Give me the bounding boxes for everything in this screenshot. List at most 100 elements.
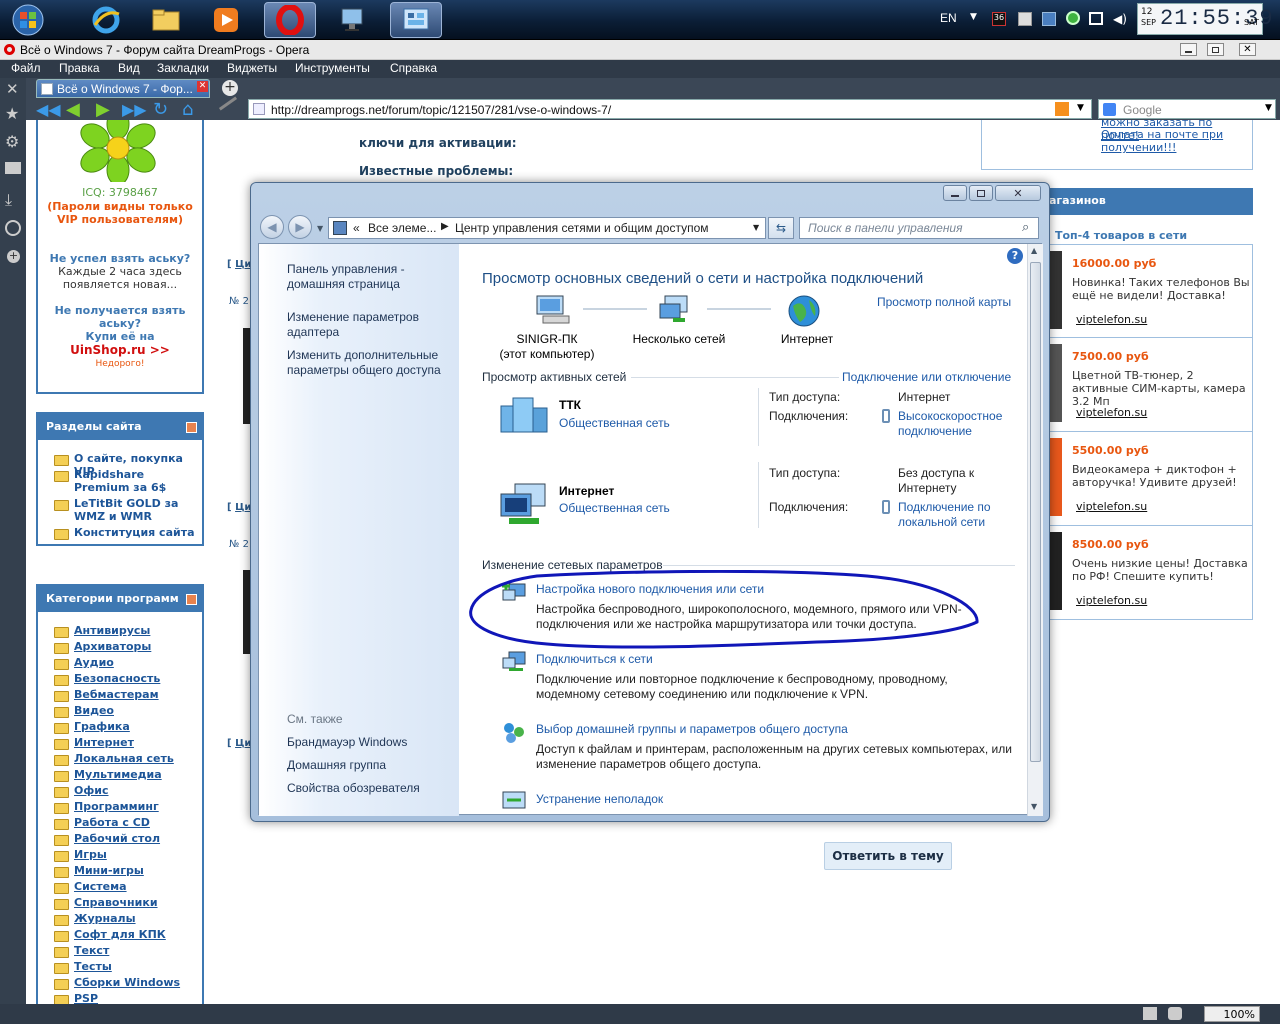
dialog-scrollbar[interactable]: ▲ ▼ <box>1027 244 1043 816</box>
full-map-link[interactable]: Просмотр полной карты <box>877 295 1011 309</box>
category-link[interactable]: Программинг <box>74 800 159 813</box>
see-also-homegroup[interactable]: Домашняя группа <box>287 758 386 773</box>
category-item[interactable]: Интернет <box>38 736 202 752</box>
section-item[interactable]: Rapidshare Premium за 6$ <box>38 468 202 497</box>
category-link[interactable]: Тесты <box>74 960 112 973</box>
view-icon[interactable] <box>1168 1007 1182 1020</box>
category-link[interactable]: Мини-игры <box>74 864 144 877</box>
section-item[interactable]: LeTitBit GOLD за WMZ и WMR <box>38 497 202 526</box>
promo-question-2[interactable]: Не получается взять аську? <box>52 304 188 330</box>
close-button[interactable]: ✕ <box>1239 43 1256 56</box>
minimize-button[interactable] <box>1180 43 1197 56</box>
category-link[interactable]: Система <box>74 880 127 893</box>
search-box[interactable]: Google ▼ <box>1098 99 1276 119</box>
net2-type-link[interactable]: Общественная сеть <box>559 501 670 515</box>
category-link[interactable]: Текст <box>74 944 109 957</box>
taskbar-opera-icon[interactable] <box>264 2 316 38</box>
tray-volume-icon[interactable]: ◀) <box>1113 12 1127 26</box>
help-icon[interactable]: ? <box>1007 248 1023 264</box>
fast-forward-icon[interactable]: ▶▶ <box>122 100 147 119</box>
net1-conn-link[interactable]: Высокоскоростное подключение <box>898 409 1018 439</box>
transfers-icon[interactable]: ⤓ <box>5 190 12 210</box>
category-item[interactable]: Работа с CD <box>38 816 202 832</box>
dialog-close-button[interactable]: ✕ <box>995 185 1041 201</box>
category-item[interactable]: Игры <box>38 848 202 864</box>
product-site-link[interactable]: viptelefon.su <box>1076 594 1147 607</box>
breadcrumb-all-items[interactable]: Все элеме... <box>368 221 436 235</box>
category-item[interactable]: Локальная сеть <box>38 752 202 768</box>
restore-button[interactable] <box>1207 43 1224 56</box>
category-item[interactable]: Сборки Windows <box>38 976 202 992</box>
left-link-sharing[interactable]: Изменить дополнительные параметры общего… <box>287 348 447 378</box>
product-thumbnail[interactable] <box>1050 251 1062 329</box>
promo-question-1[interactable]: Не успел взять аську? <box>38 252 202 265</box>
back-icon[interactable]: ◀ <box>66 99 80 120</box>
category-link[interactable]: Графика <box>74 720 130 733</box>
panel-close-icon[interactable]: ✕ <box>6 80 19 98</box>
uinshop-link[interactable]: UinShop.ru >> <box>38 343 202 357</box>
language-indicator[interactable]: EN <box>940 11 957 25</box>
see-also-firewall[interactable]: Брандмауэр Windows <box>287 735 407 750</box>
scroll-thumb[interactable] <box>1030 262 1041 762</box>
dialog-breadcrumb[interactable]: « Все элеме... ▶ Центр управления сетями… <box>328 217 766 239</box>
category-link[interactable]: PSP <box>74 992 98 1004</box>
category-item[interactable]: Текст <box>38 944 202 960</box>
category-item[interactable]: Антивирусы <box>38 624 202 640</box>
category-link[interactable]: Рабочий стол <box>74 832 160 845</box>
menu-view[interactable]: Вид <box>118 61 140 75</box>
shop-note-2[interactable]: Оплата на почте при получении!!! <box>1101 128 1241 154</box>
left-link-adapter[interactable]: Изменение параметров адаптера <box>287 310 437 340</box>
rss-icon[interactable] <box>1055 102 1069 116</box>
zoom-control[interactable]: 100% <box>1204 1006 1260 1022</box>
category-item[interactable]: Графика <box>38 720 202 736</box>
chevron-down-icon[interactable]: ▼ <box>970 12 977 22</box>
dialog-back-button[interactable]: ◀ <box>260 215 284 239</box>
history-clock-icon[interactable] <box>5 220 21 236</box>
search-icon[interactable]: ⌕ <box>1022 220 1029 235</box>
taskbar-ie-icon[interactable] <box>80 2 132 38</box>
category-link[interactable]: Безопасность <box>74 672 160 685</box>
scroll-down-icon[interactable]: ▼ <box>1031 802 1037 811</box>
category-item[interactable]: Тесты <box>38 960 202 976</box>
print-icon[interactable] <box>1143 1007 1157 1020</box>
see-also-browser-props[interactable]: Свойства обозревателя <box>287 781 420 796</box>
category-item[interactable]: PSP <box>38 992 202 1004</box>
left-link-home[interactable]: Панель управления - домашняя страница <box>287 262 437 292</box>
product-site-link[interactable]: viptelefon.su <box>1076 406 1147 419</box>
taskbar-clock[interactable]: 12 SEP 21:55:39 SAT <box>1137 3 1273 35</box>
section-item[interactable]: О сайте, покупка VIP <box>38 452 202 478</box>
address-bar[interactable]: http://dreamprogs.net/forum/topic/121507… <box>248 99 1092 119</box>
category-item[interactable]: Архиваторы <box>38 640 202 656</box>
tab-active[interactable]: Всё о Windows 7 - Фор... ✕ <box>36 79 210 98</box>
post-number[interactable]: № 2 <box>229 296 249 307</box>
breadcrumb-dropdown-icon[interactable]: ▼ <box>753 223 759 232</box>
product-thumbnail[interactable] <box>1050 438 1062 516</box>
category-item[interactable]: Офис <box>38 784 202 800</box>
post-number[interactable]: № 2 <box>229 539 249 550</box>
taskbar-media-player-icon[interactable] <box>200 2 252 38</box>
category-link[interactable]: Аудио <box>74 656 114 669</box>
address-dropdown-icon[interactable]: ▼ <box>1077 103 1084 113</box>
category-item[interactable]: Аудио <box>38 656 202 672</box>
recent-pages-icon[interactable]: ▼ <box>317 224 323 233</box>
menu-edit[interactable]: Правка <box>59 61 100 75</box>
category-item[interactable]: Рабочий стол <box>38 832 202 848</box>
category-item[interactable]: Журналы <box>38 912 202 928</box>
category-link[interactable]: Вебмастерам <box>74 688 159 701</box>
net1-type-link[interactable]: Общественная сеть <box>559 416 670 430</box>
category-item[interactable]: Мультимедиа <box>38 768 202 784</box>
category-item[interactable]: Мини-игры <box>38 864 202 880</box>
new-tab-icon[interactable]: + <box>222 80 238 96</box>
collapse-icon[interactable] <box>186 594 197 605</box>
product-site-link[interactable]: viptelefon.su <box>1076 313 1147 326</box>
menu-file[interactable]: Файл <box>11 61 41 75</box>
collapse-icon[interactable] <box>186 422 197 433</box>
category-link[interactable]: Офис <box>74 784 109 797</box>
dialog-search-input[interactable]: Поиск в панели управления ⌕ <box>799 217 1039 239</box>
menu-tools[interactable]: Инструменты <box>295 61 370 75</box>
settings-gear-icon[interactable]: ⚙ <box>5 132 19 151</box>
scroll-up-icon[interactable]: ▲ <box>1031 246 1037 255</box>
reply-button[interactable]: Ответить в тему <box>824 842 952 870</box>
product-thumbnail[interactable] <box>1050 344 1062 422</box>
section-link[interactable]: Rapidshare Premium за 6$ <box>74 468 166 494</box>
